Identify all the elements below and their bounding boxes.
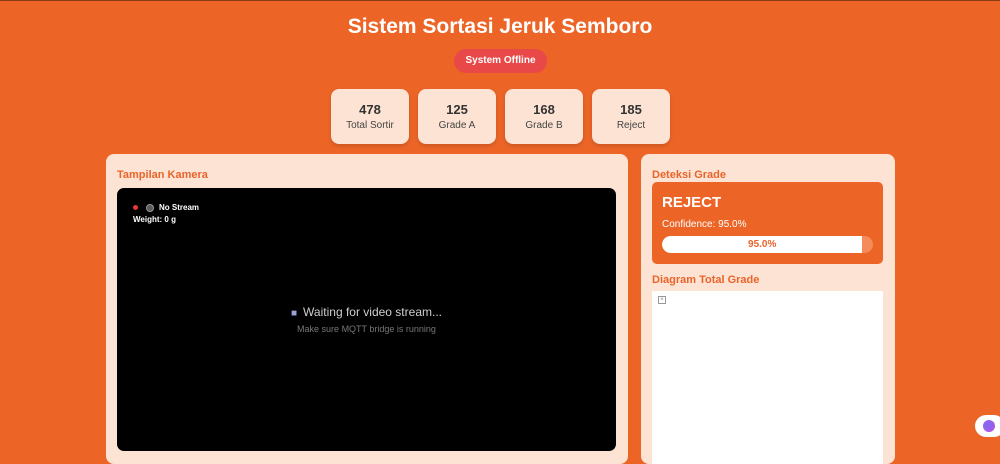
confidence-text: Confidence: 95.0% bbox=[662, 219, 747, 230]
camera-panel-heading: Tampilan Kamera bbox=[117, 169, 208, 181]
stat-card-total: 478 Total Sortir bbox=[331, 89, 409, 144]
stream-status: No Stream bbox=[133, 203, 199, 212]
stat-label: Grade B bbox=[525, 120, 563, 131]
stat-value: 125 bbox=[446, 102, 468, 117]
stat-value: 185 bbox=[620, 102, 642, 117]
stat-card-reject: 185 Reject bbox=[592, 89, 670, 144]
weight-readout: Weight: 0 g bbox=[133, 215, 176, 224]
video-camera-icon: ■ bbox=[291, 308, 298, 319]
confidence-bar: 95.0% bbox=[662, 236, 873, 253]
stat-label: Grade A bbox=[438, 120, 476, 131]
bridge-hint: Make sure MQTT bridge is running bbox=[297, 324, 436, 334]
stat-card-grade-a: 125 Grade A bbox=[418, 89, 496, 144]
stat-label: Reject bbox=[616, 120, 646, 131]
record-dot-icon bbox=[133, 205, 138, 210]
grade-chart-area: × bbox=[652, 291, 883, 464]
confidence-bar-fill: 95.0% bbox=[662, 236, 863, 253]
camera-view: No Stream Weight: 0 g ■ Waiting for video… bbox=[117, 188, 616, 451]
stat-label: Total Sortir bbox=[346, 120, 394, 131]
camera-panel: Tampilan Kamera No Stream Weight: 0 g ■ W… bbox=[106, 154, 628, 464]
system-status-badge: System Offline bbox=[454, 49, 547, 73]
stat-card-grade-b: 168 Grade B bbox=[505, 89, 583, 144]
camera-icon bbox=[146, 203, 154, 212]
stat-value: 168 bbox=[533, 102, 555, 117]
waiting-text: Waiting for video stream... bbox=[303, 305, 442, 319]
window-top-border bbox=[0, 0, 1000, 1]
assistant-button[interactable] bbox=[975, 415, 1000, 437]
stat-value: 478 bbox=[359, 102, 381, 117]
grade-result: REJECT bbox=[662, 194, 722, 211]
page-title: Sistem Sortasi Jeruk Semboro bbox=[347, 15, 653, 38]
broken-image-icon: × bbox=[658, 296, 666, 304]
grade-panel: Deteksi Grade REJECT Confidence: 95.0% 9… bbox=[641, 154, 895, 464]
grade-panel-heading: Deteksi Grade bbox=[652, 169, 726, 181]
waiting-message: ■ Waiting for video stream... bbox=[117, 305, 616, 319]
grade-result-card: REJECT Confidence: 95.0% 95.0% bbox=[652, 182, 883, 264]
chart-heading: Diagram Total Grade bbox=[652, 274, 760, 286]
stream-status-text: No Stream bbox=[159, 203, 200, 212]
assistant-icon bbox=[983, 420, 995, 432]
